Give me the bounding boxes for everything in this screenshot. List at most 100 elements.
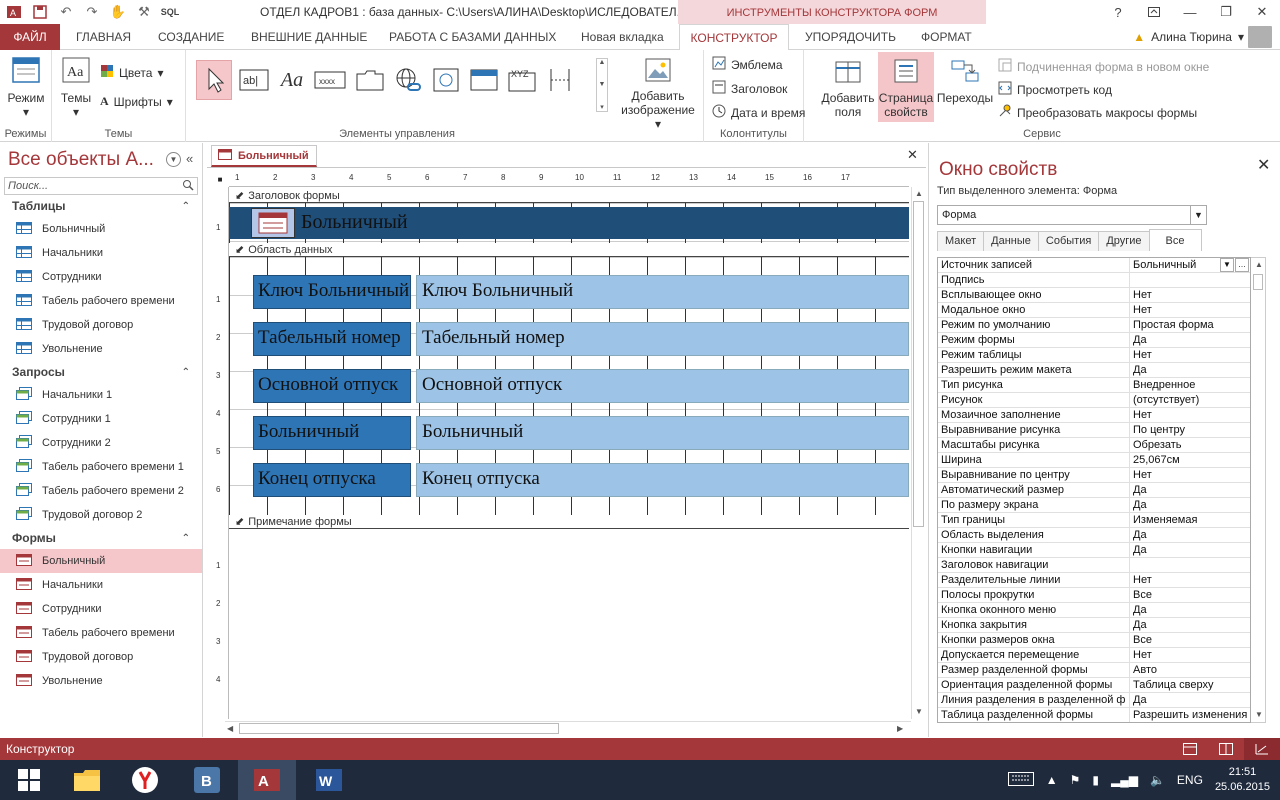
property-row[interactable]: Разрешить режим макета Да: [938, 363, 1250, 378]
property-row[interactable]: Линия разделения в разделенной ф Да: [938, 693, 1250, 708]
nav-item-form[interactable]: Начальники: [0, 573, 202, 597]
property-row[interactable]: Область выделения Да: [938, 528, 1250, 543]
nav-section-header[interactable]: Таблицы ⌃: [0, 195, 202, 217]
property-row[interactable]: Автоматический размер Да: [938, 483, 1250, 498]
tab-file[interactable]: ФАЙЛ: [0, 24, 60, 50]
property-row[interactable]: Разделительные линии Нет: [938, 573, 1250, 588]
property-value[interactable]: 25,067см: [1130, 453, 1250, 467]
restore-button[interactable]: ❐: [1208, 0, 1244, 24]
sql-view-button[interactable]: SQL: [160, 2, 180, 22]
property-row[interactable]: Тип рисунка Внедренное: [938, 378, 1250, 393]
close-icon[interactable]: ✕: [1257, 155, 1270, 175]
property-value[interactable]: Больничный ▼…: [1130, 258, 1250, 272]
access-taskbar-button[interactable]: A: [238, 760, 296, 800]
property-row[interactable]: Подпись: [938, 273, 1250, 288]
vk-button[interactable]: B: [178, 760, 236, 800]
close-button[interactable]: ✕: [1244, 0, 1280, 24]
nav-section-header[interactable]: Запросы ⌃: [0, 361, 202, 383]
nav-item-table[interactable]: Сотрудники: [0, 265, 202, 289]
property-value[interactable]: (отсутствует): [1130, 393, 1250, 407]
property-value[interactable]: Все: [1130, 633, 1250, 647]
layout-view-icon[interactable]: [1208, 738, 1244, 760]
volume-icon[interactable]: 🔈: [1150, 773, 1165, 787]
property-value[interactable]: Да: [1130, 333, 1250, 347]
property-value[interactable]: Внедренное: [1130, 378, 1250, 392]
insert-image-button[interactable]: Добавить изображение ▾: [620, 58, 696, 131]
design-view-icon[interactable]: [1244, 738, 1280, 760]
yandex-browser-button[interactable]: [116, 760, 174, 800]
nav-item-table[interactable]: Табель рабочего времени: [0, 289, 202, 313]
nav-item-form[interactable]: Трудовой договор: [0, 645, 202, 669]
logo-button[interactable]: Эмблема: [712, 56, 783, 73]
nav-search-input[interactable]: Поиск...: [4, 177, 198, 195]
property-row[interactable]: Тип границы Изменяемая: [938, 513, 1250, 528]
tab-format[interactable]: ФОРМАТ: [921, 24, 972, 50]
collapse-pane-icon[interactable]: «: [186, 151, 193, 166]
property-sheet-button[interactable]: Страница свойств: [878, 52, 934, 122]
touch-mode-icon[interactable]: ✋: [108, 2, 128, 22]
tab-new[interactable]: Новая вкладка: [581, 24, 664, 50]
property-row[interactable]: Кнопки размеров окна Все: [938, 633, 1250, 648]
minimize-button[interactable]: —: [1172, 0, 1208, 24]
undo-icon[interactable]: ↶: [56, 2, 76, 22]
fonts-button[interactable]: A Шрифты ▾: [100, 94, 173, 109]
word-taskbar-button[interactable]: W: [300, 760, 358, 800]
property-row[interactable]: По размеру экрана Да: [938, 498, 1250, 513]
scroll-thumb[interactable]: [913, 201, 924, 527]
property-row[interactable]: Заголовок навигации: [938, 558, 1250, 573]
colors-button[interactable]: Цвета ▾: [100, 64, 163, 81]
tab-all[interactable]: Все: [1148, 229, 1202, 251]
tab-external-data[interactable]: ВНЕШНИЕ ДАННЫЕ: [251, 24, 367, 50]
scroll-thumb[interactable]: [1253, 274, 1263, 290]
language-indicator[interactable]: ENG: [1177, 773, 1203, 787]
document-tab[interactable]: Больничный: [211, 145, 317, 167]
ribbon-display-button[interactable]: [1136, 0, 1172, 24]
scroll-left-icon[interactable]: ◀: [227, 724, 233, 733]
property-row[interactable]: Режим формы Да: [938, 333, 1250, 348]
tab-create[interactable]: СОЗДАНИЕ: [158, 24, 224, 50]
scroll-right-icon[interactable]: ▶: [897, 724, 903, 733]
show-hidden-icons[interactable]: ▲: [1046, 773, 1058, 787]
property-row[interactable]: Ориентация разделенной формы Таблица свер…: [938, 678, 1250, 693]
tools-icon[interactable]: ⚒: [134, 2, 154, 22]
property-value[interactable]: Нет: [1130, 303, 1250, 317]
form-footer-bar[interactable]: ⬋ Примечание формы: [229, 515, 909, 529]
nav-item-form[interactable]: Увольнение: [0, 669, 202, 693]
property-value[interactable]: Да: [1130, 363, 1250, 377]
field-textbox[interactable]: Конец отпуска: [416, 463, 909, 497]
nav-item-query[interactable]: Сотрудники 1: [0, 407, 202, 431]
nav-menu-icon[interactable]: ▼: [166, 152, 181, 167]
nav-item-form[interactable]: Табель рабочего времени: [0, 621, 202, 645]
field-textbox[interactable]: Ключ Больничный: [416, 275, 909, 309]
themes-button[interactable]: Aa Темы ▾: [58, 56, 94, 119]
property-value[interactable]: [1130, 273, 1250, 287]
network-icon[interactable]: ▂▄▆: [1111, 773, 1138, 787]
property-value[interactable]: Нет: [1130, 288, 1250, 302]
property-row[interactable]: Размер разделенной формы Авто: [938, 663, 1250, 678]
property-value[interactable]: Нет: [1130, 573, 1250, 587]
explorer-button[interactable]: [58, 760, 116, 800]
nav-header[interactable]: Все объекты А... ▼ «: [0, 143, 202, 177]
property-row[interactable]: Выравнивание по центру Нет: [938, 468, 1250, 483]
field-textbox[interactable]: Табельный номер: [416, 322, 909, 356]
nav-item-table[interactable]: Увольнение: [0, 337, 202, 361]
field-textbox[interactable]: Основной отпуск: [416, 369, 909, 403]
field-label[interactable]: Конец отпуска: [253, 463, 411, 497]
battery-icon[interactable]: ▮: [1092, 773, 1099, 787]
property-value[interactable]: Да: [1130, 543, 1250, 557]
property-row[interactable]: Мозаичное заполнение Нет: [938, 408, 1250, 423]
property-row[interactable]: Таблица разделенной формы Разрешить измен…: [938, 708, 1250, 722]
property-row[interactable]: Ширина 25,067см: [938, 453, 1250, 468]
form-logo[interactable]: [251, 208, 295, 238]
tab-design[interactable]: КОНСТРУКТОР: [679, 24, 789, 51]
tab-other[interactable]: Другие: [1098, 231, 1150, 251]
title-button[interactable]: Заголовок: [712, 80, 787, 97]
form-header-bar[interactable]: ⬋ Заголовок формы: [229, 189, 909, 203]
tab-data[interactable]: Данные: [983, 231, 1039, 251]
property-row[interactable]: Допускается перемещение Нет: [938, 648, 1250, 663]
field-label[interactable]: Основной отпуск: [253, 369, 411, 403]
property-value[interactable]: Да: [1130, 618, 1250, 632]
property-value[interactable]: Нет: [1130, 348, 1250, 362]
field-textbox[interactable]: Больничный: [416, 416, 909, 450]
field-label[interactable]: Табельный номер: [253, 322, 411, 356]
